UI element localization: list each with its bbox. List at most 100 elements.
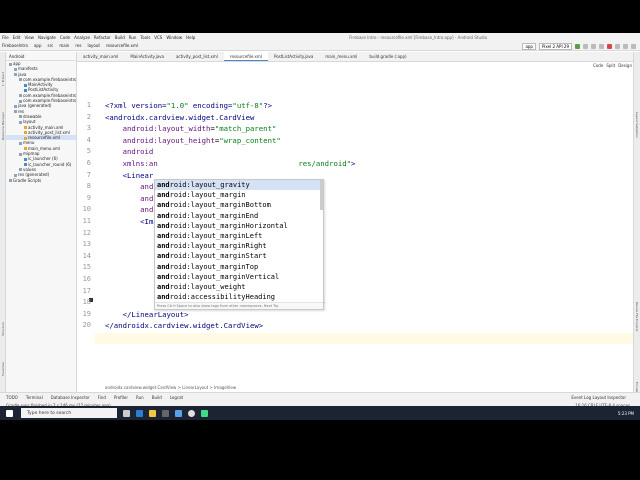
editor-tab[interactable]: activity_main.xml: [77, 52, 124, 61]
breadcrumb-item[interactable]: main: [59, 43, 69, 48]
menu-window[interactable]: Window: [166, 35, 182, 40]
autocomplete-item[interactable]: android:layout_marginVertical: [155, 272, 323, 282]
editor-tab[interactable]: MainActivity.java: [124, 52, 170, 61]
task-view-icon[interactable]: [123, 409, 130, 417]
editor-tab-label: MainActivity.java: [130, 54, 164, 59]
code-line[interactable]: </androidx.cardview.widget.CardView>: [105, 321, 263, 330]
menu-build[interactable]: Build: [115, 35, 125, 40]
code-line[interactable]: <?xml version="1.0" encoding="utf-8"?>: [105, 101, 272, 110]
avd-manager-icon[interactable]: [615, 44, 620, 49]
autocomplete-item[interactable]: android:layout_weight: [155, 282, 323, 292]
menu-view[interactable]: View: [24, 35, 34, 40]
file-explorer-icon[interactable]: [149, 409, 156, 417]
project-tool-tab[interactable]: 1: Project: [1, 72, 5, 86]
tool-tab-profiler[interactable]: Profiler: [114, 395, 128, 400]
tool-tab-build[interactable]: Build: [152, 395, 162, 400]
editor-tab[interactable]: activity_post_list.xml: [170, 52, 224, 61]
code-line[interactable]: android: [105, 147, 154, 156]
menu-run[interactable]: Run: [129, 35, 137, 40]
breadcrumb-item[interactable]: resourcefile.xml: [106, 43, 138, 48]
breadcrumb-item[interactable]: res: [75, 43, 81, 48]
menu-tools[interactable]: Tools: [140, 35, 150, 40]
xml-breadcrumb[interactable]: androidx.cardview.widget.CardView > Line…: [105, 385, 236, 390]
autocomplete-item[interactable]: android:layout_marginBottom: [155, 200, 323, 210]
chrome-icon[interactable]: [188, 409, 195, 417]
favorites-tool-tab[interactable]: Favorites: [1, 362, 5, 376]
code-line[interactable]: andr: [105, 182, 158, 191]
view-mode-design[interactable]: Design: [618, 63, 632, 68]
tree-item[interactable]: Gradle Scripts: [6, 178, 76, 183]
code-line[interactable]: andr: [105, 194, 158, 203]
code-line[interactable]: andr: [105, 205, 158, 214]
breadcrumb-item[interactable]: layout: [87, 43, 99, 48]
clock[interactable]: 5:23 PM: [618, 411, 634, 416]
windows-start-icon[interactable]: [6, 409, 13, 417]
code-line[interactable]: android:layout_height="wrap_content": [105, 136, 281, 145]
autocomplete-item[interactable]: android:layout_margin: [155, 190, 323, 200]
profile-icon[interactable]: [591, 44, 596, 49]
stop-icon[interactable]: [607, 44, 612, 49]
sync-icon[interactable]: [599, 44, 604, 49]
popup-scrollbar[interactable]: [320, 180, 323, 210]
device-file-explorer-tool-tab[interactable]: Device File Explorer: [635, 302, 639, 332]
view-mode-code[interactable]: Code: [593, 63, 603, 68]
store-icon[interactable]: [162, 409, 169, 417]
mail-icon[interactable]: [175, 409, 182, 417]
editor-tab[interactable]: PostListActivity.java: [268, 52, 319, 61]
line-gutter: 1 2 3 4 5 6 7 8 9 10 11 12 13 14 15 16 17 18 19 20: [77, 62, 95, 408]
editor-tab[interactable]: main_menu.xml: [319, 52, 363, 61]
tool-tab-run[interactable]: Run: [136, 395, 144, 400]
line-number: 9: [86, 193, 91, 202]
menu-help[interactable]: Help: [186, 35, 195, 40]
autocomplete-item[interactable]: android:layout_marginLeft: [155, 231, 323, 241]
breadcrumb-item[interactable]: src: [48, 43, 54, 48]
autocomplete-item[interactable]: android:accessibilityHeading: [155, 292, 323, 302]
autocomplete-item[interactable]: android:layout_marginHorizontal: [155, 221, 323, 231]
menu-analyze[interactable]: Analyze: [74, 35, 90, 40]
autocomplete-item[interactable]: android:layout_gravity: [155, 180, 323, 191]
code-line[interactable]: </LinearLayout>: [105, 310, 189, 319]
editor-tab[interactable]: build.gradle (:app): [363, 52, 412, 61]
resource-manager-tool-tab[interactable]: Resource Manager: [1, 112, 5, 140]
line-number: 12: [82, 228, 91, 237]
tool-tab-terminal[interactable]: Terminal: [26, 395, 43, 400]
autocomplete-item[interactable]: android:layout_marginStart: [155, 251, 323, 261]
run-icon[interactable]: [575, 44, 580, 49]
device-dropdown[interactable]: Pixel 2 API 29: [538, 43, 572, 50]
debug-icon[interactable]: [583, 44, 588, 49]
code-line[interactable]: android:layout_width="match_parent": [105, 124, 277, 133]
android-studio-icon[interactable]: [201, 409, 208, 417]
menu-edit[interactable]: Edit: [13, 35, 21, 40]
tool-tab-todo[interactable]: TODO: [6, 395, 18, 400]
layout-validation-tool-tab[interactable]: Layout Validation: [635, 112, 639, 138]
view-mode-split[interactable]: Split: [606, 63, 615, 68]
code-line[interactable]: <androidx.cardview.widget.CardView: [105, 113, 254, 122]
autocomplete-item[interactable]: android:layout_marginEnd: [155, 211, 323, 221]
search-icon[interactable]: [631, 44, 636, 49]
code-line[interactable]: xmlns:an res/android">: [105, 159, 356, 168]
line-number: 15: [82, 263, 91, 272]
menu-refactor[interactable]: Refactor: [94, 35, 111, 40]
edge-icon[interactable]: [136, 409, 143, 417]
tool-tab-logcat[interactable]: Logcat: [170, 395, 183, 400]
menu-vcs[interactable]: VCS: [154, 35, 162, 40]
menu-file[interactable]: File: [2, 35, 9, 40]
line-number: 2: [86, 112, 91, 121]
taskbar-search[interactable]: Type here to search: [21, 408, 117, 418]
android-studio-window: File Edit View Navigate Code Analyze Refactor B…: [0, 33, 640, 419]
breadcrumb-item[interactable]: FirebaseIntro: [2, 43, 28, 48]
tool-tab-database-inspector[interactable]: Database Inspector: [51, 395, 90, 400]
structure-tool-tab[interactable]: Structure: [1, 322, 5, 336]
code-line[interactable]: <Ima: [105, 217, 158, 226]
autocomplete-item[interactable]: android:layout_marginRight: [155, 241, 323, 251]
tool-tab-find[interactable]: Find: [98, 395, 106, 400]
editor-tab[interactable]: resourcefile.xml: [223, 52, 268, 61]
config-dropdown[interactable]: app: [522, 43, 536, 50]
menu-navigate[interactable]: Navigate: [38, 35, 56, 40]
autocomplete-item[interactable]: android:layout_marginTop: [155, 262, 323, 272]
sdk-manager-icon[interactable]: [623, 44, 628, 49]
menu-code[interactable]: Code: [60, 35, 70, 40]
project-view-selector[interactable]: Android: [6, 52, 76, 61]
code-line[interactable]: <Linear: [105, 171, 154, 180]
breadcrumb-item[interactable]: app: [34, 43, 42, 48]
